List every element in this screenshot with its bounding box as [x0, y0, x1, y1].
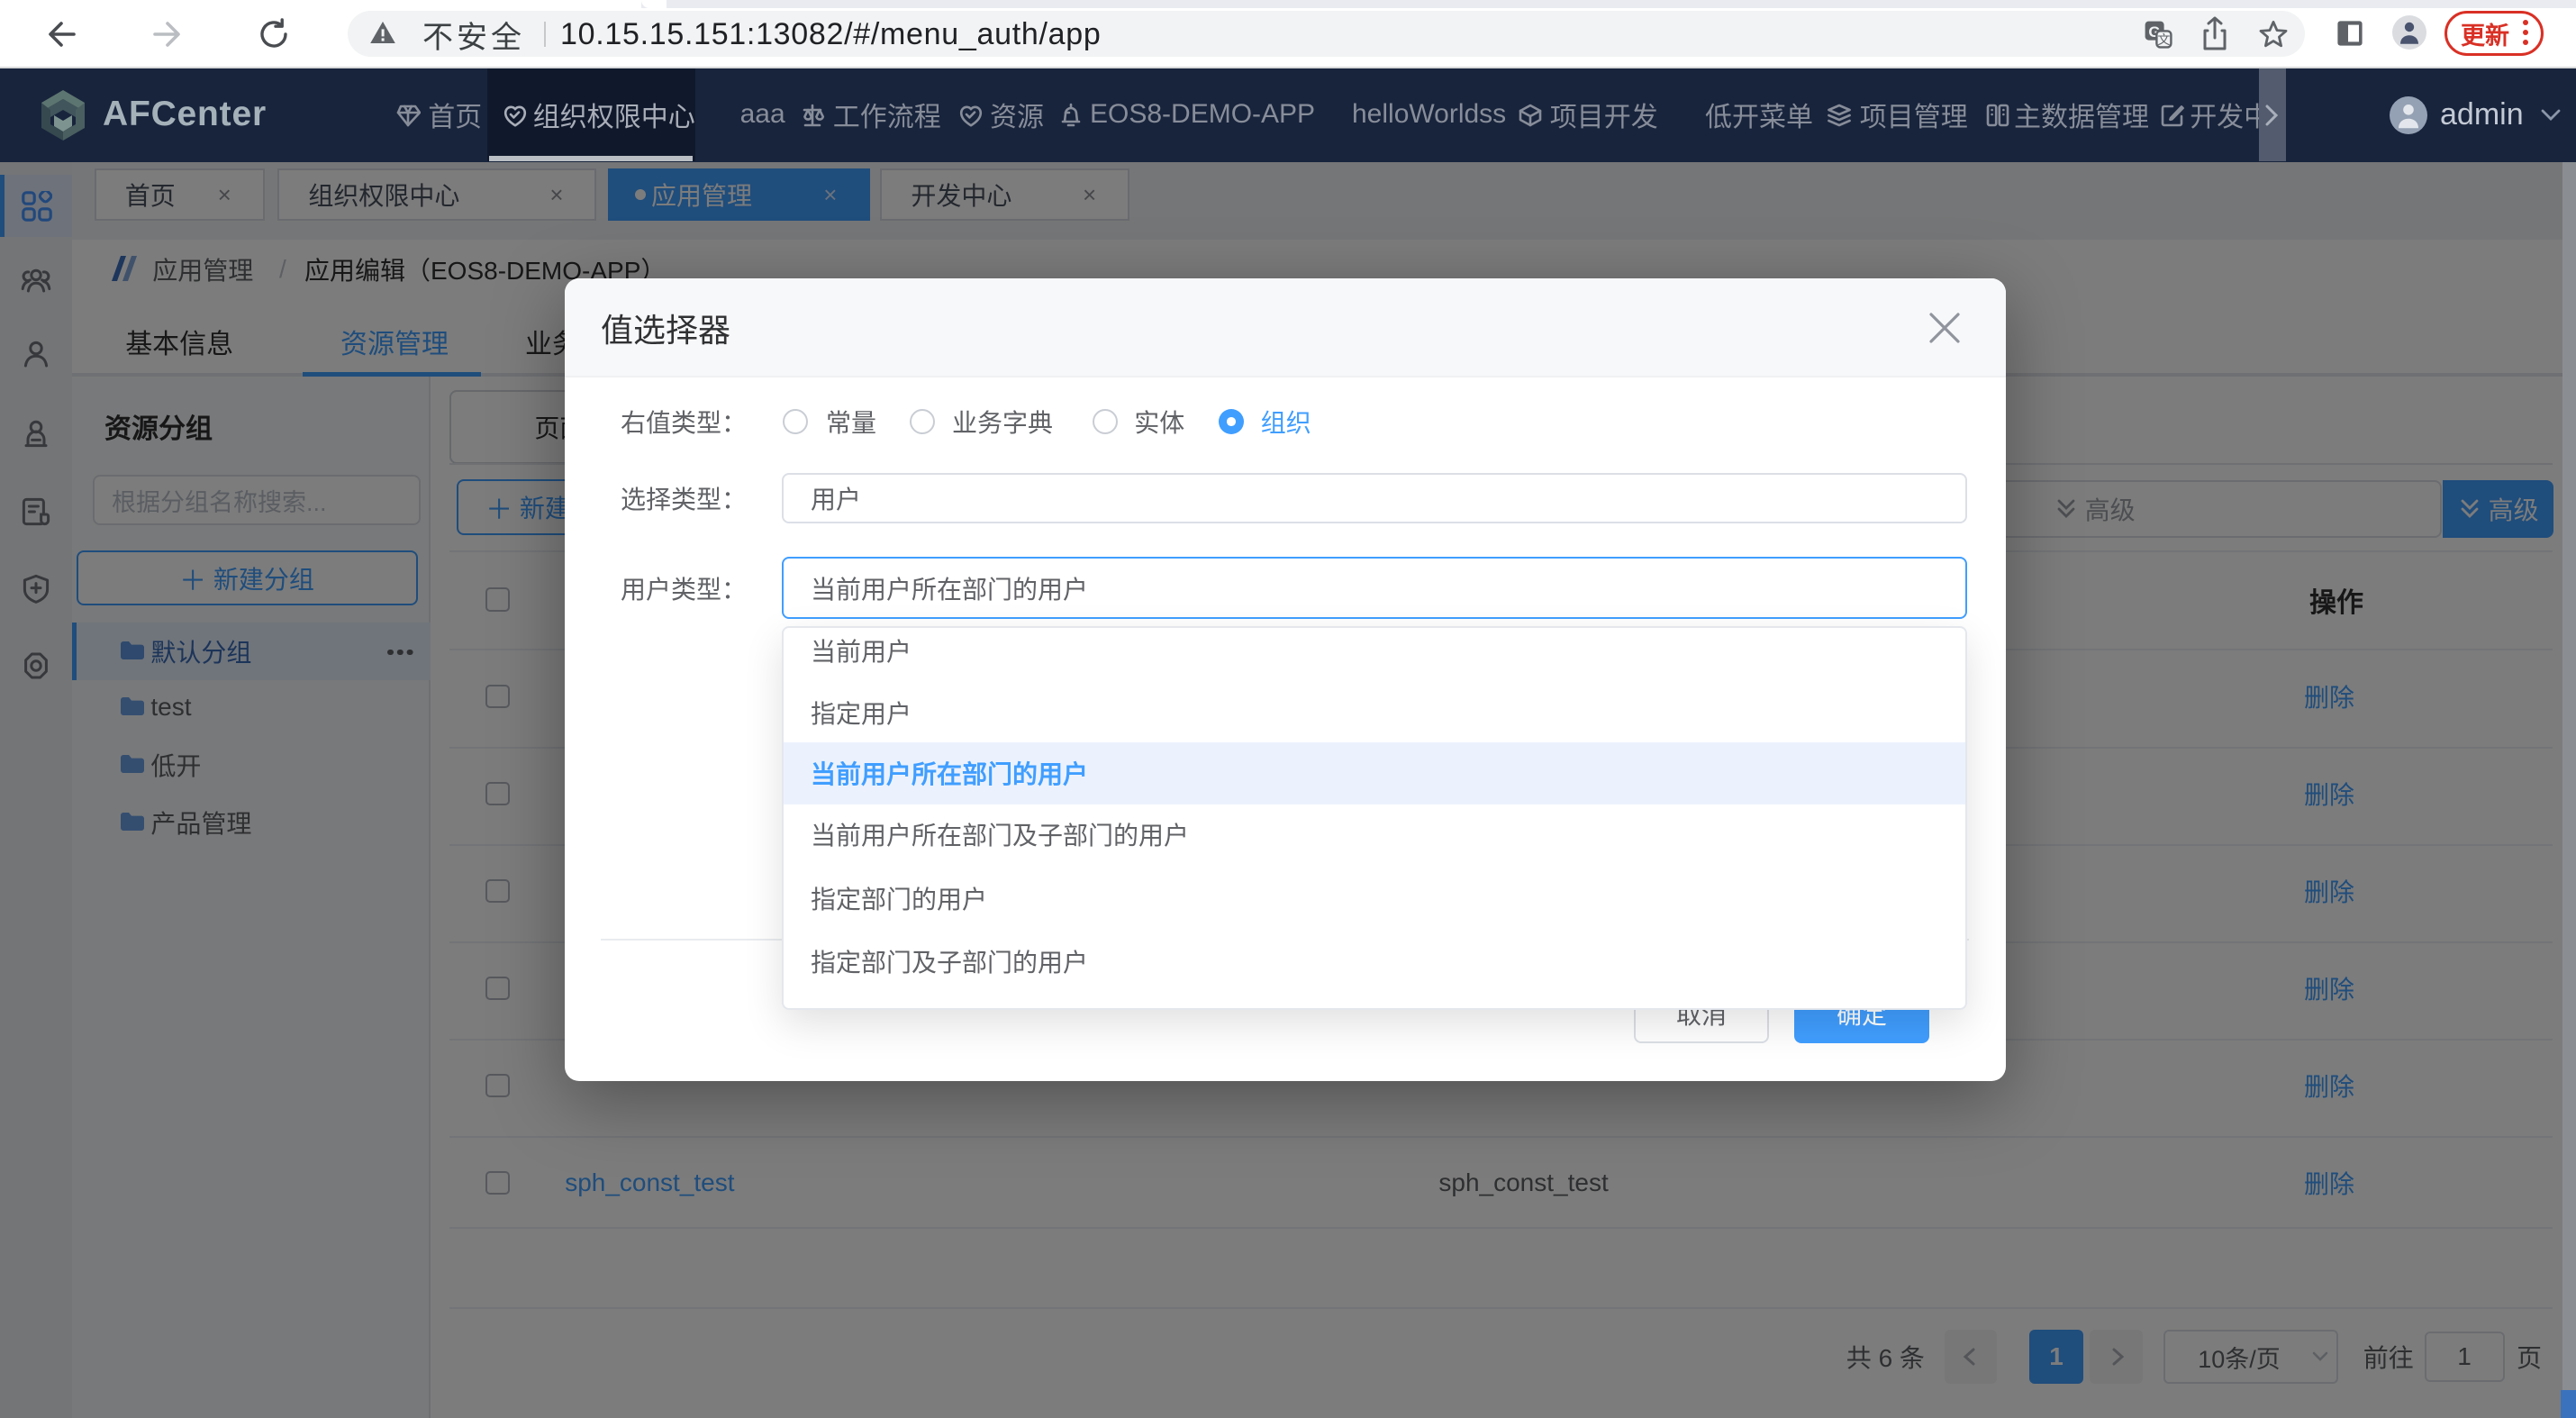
svg-text:文: 文 [2157, 32, 2170, 47]
